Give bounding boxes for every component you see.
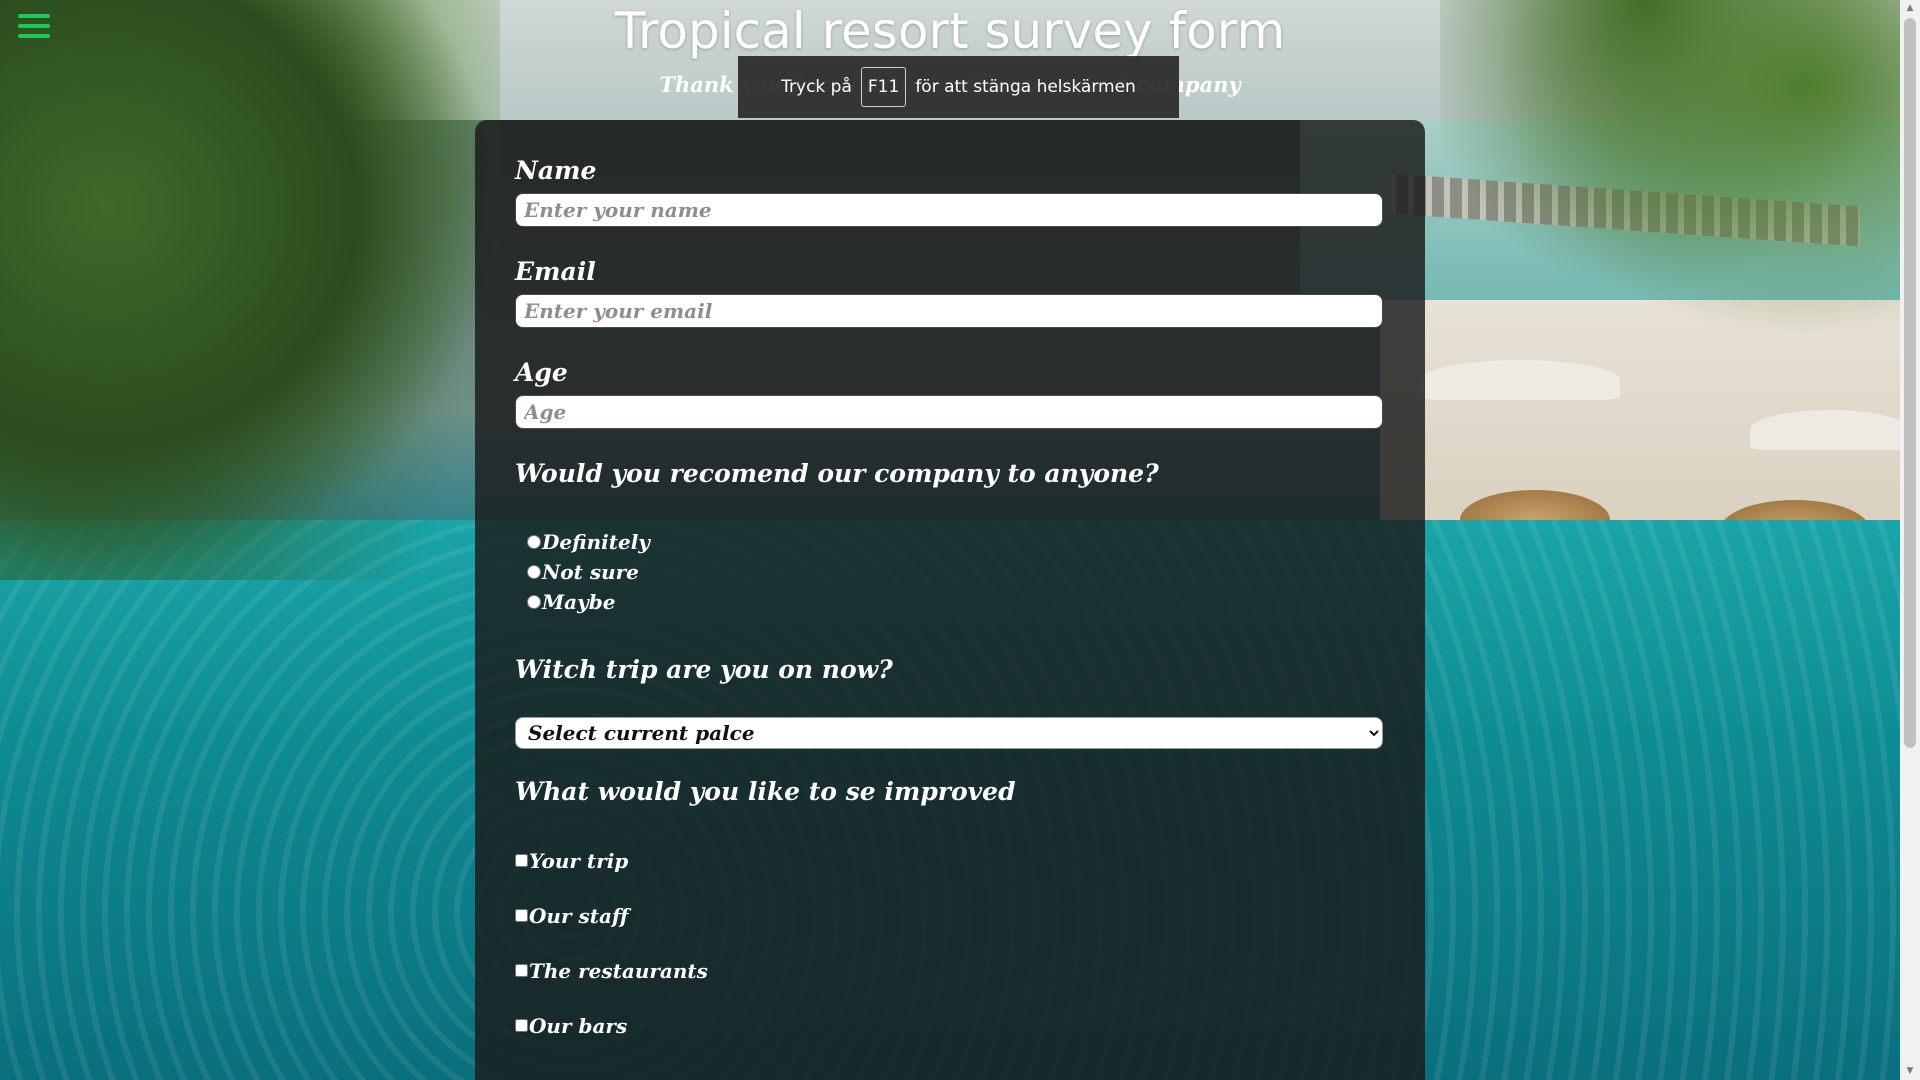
option-label: Not sure [542, 560, 639, 584]
radio-button[interactable] [527, 535, 541, 549]
survey-form: Name Email Age Would you recomend our co… [475, 120, 1425, 1080]
scroll-down-arrow-icon[interactable]: ▼ [1900, 1063, 1920, 1080]
background-umbrella [1750, 410, 1900, 450]
name-label: Name [515, 156, 597, 185]
scroll-up-arrow-icon[interactable]: ▲ [1900, 0, 1920, 17]
fullscreen-notice: Tryck på F11 för att stänga helskärmen [738, 56, 1179, 118]
trip-select[interactable]: Select current palce [515, 717, 1383, 749]
fullscreen-notice-suffix: för att stänga helskärmen [915, 77, 1136, 97]
age-label: Age [515, 358, 568, 387]
checkbox[interactable] [515, 909, 528, 922]
option-label: Our staff [529, 903, 629, 928]
option-label: The restaurants [529, 958, 708, 983]
page-title: Tropical resort survey form [614, 2, 1286, 60]
improve-checkbox-group: Your trip Our staff The restaurants Our … [515, 833, 1385, 1053]
recommend-option[interactable]: Maybe [527, 587, 1385, 617]
recommend-option[interactable]: Definitely [527, 527, 1385, 557]
f11-key: F11 [860, 67, 907, 107]
option-label: Your trip [529, 848, 629, 873]
improve-option[interactable]: Your trip [515, 833, 1385, 888]
checkbox[interactable] [515, 964, 528, 977]
improve-question: What would you like to se improved [515, 777, 1016, 806]
scrollbar-thumb[interactable] [1904, 18, 1916, 748]
email-label: Email [515, 257, 596, 286]
fullscreen-notice-prefix: Tryck på [781, 77, 852, 97]
trip-select-wrap: Select current palce [515, 717, 1385, 749]
improve-option[interactable]: Our bars [515, 998, 1385, 1053]
checkbox[interactable] [515, 854, 528, 867]
trip-question: Witch trip are you on now? [515, 655, 893, 684]
option-label: Our bars [529, 1013, 628, 1038]
recommend-question: Would you recomend our company to anyone… [515, 459, 1159, 488]
improve-option[interactable]: Our staff [515, 888, 1385, 943]
option-label: Definitely [542, 530, 650, 554]
option-label: Maybe [542, 590, 616, 614]
radio-button[interactable] [527, 565, 541, 579]
page-scrollbar[interactable]: ▲ ▼ [1900, 0, 1920, 1080]
radio-button[interactable] [527, 595, 541, 609]
recommend-option[interactable]: Not sure [527, 557, 1385, 587]
age-input[interactable] [515, 395, 1383, 429]
name-input[interactable] [515, 193, 1383, 227]
recommend-radio-group: Definitely Not sure Maybe [527, 527, 1385, 617]
improve-option[interactable]: The restaurants [515, 943, 1385, 998]
email-input[interactable] [515, 294, 1383, 328]
checkbox[interactable] [515, 1019, 528, 1032]
